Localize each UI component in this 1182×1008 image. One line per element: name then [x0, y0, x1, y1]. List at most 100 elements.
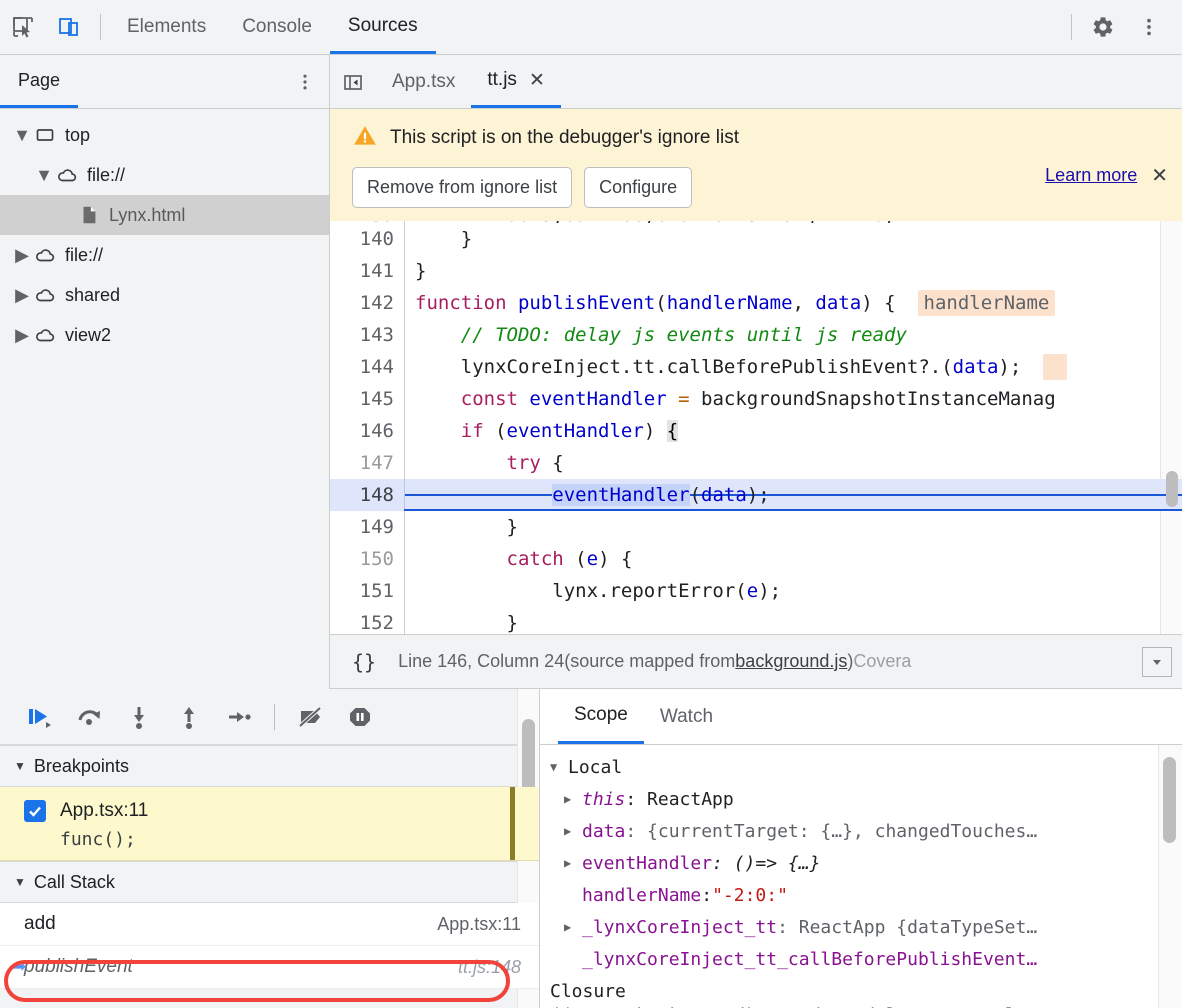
- tab-console[interactable]: Console: [224, 0, 330, 54]
- code-token: try: [506, 452, 541, 474]
- gear-icon[interactable]: [1080, 4, 1126, 50]
- code-token: e: [586, 548, 599, 570]
- close-icon[interactable]: ✕: [529, 71, 545, 90]
- line-number: 151: [359, 580, 394, 602]
- ignore-list-banner: This script is on the debugger's ignore …: [330, 109, 1182, 221]
- breakpoint-checkbox[interactable]: [24, 800, 46, 822]
- code-line: 151 lynx.reportError(e);: [330, 575, 1182, 607]
- expand-caret-icon[interactable]: ▶: [564, 856, 582, 870]
- tree-item-label: Lynx.html: [109, 204, 186, 225]
- expand-caret-icon[interactable]: ▼: [12, 125, 32, 146]
- scope-row-data[interactable]: ▶ data : {currentTarget: {…}, changedTou…: [540, 815, 1182, 847]
- expand-caret-icon[interactable]: ▼: [34, 165, 54, 186]
- scope-row-handler-name[interactable]: ▶ handlerName : "-2:0:": [540, 879, 1182, 911]
- tree-item-shared[interactable]: ▶ shared: [0, 275, 329, 315]
- code-token: }: [415, 260, 427, 282]
- deactivate-breakpoints-button[interactable]: [285, 694, 335, 740]
- step-over-button[interactable]: [64, 694, 114, 740]
- coverage-label: Covera: [853, 651, 912, 671]
- code-token: );: [998, 356, 1022, 378]
- tab-page[interactable]: Page: [0, 55, 79, 108]
- toolbar-right-group: [1063, 4, 1182, 50]
- tab-scope[interactable]: Scope: [558, 689, 644, 744]
- scope-row-call-before-publish-event[interactable]: ▶ _lynxCoreInject_tt_callBeforePublishEv…: [540, 943, 1182, 975]
- devtools-main-toolbar: Elements Console Sources: [0, 0, 1182, 55]
- close-icon[interactable]: ✕: [1151, 166, 1168, 186]
- remove-from-ignore-list-button[interactable]: Remove from ignore list: [352, 167, 573, 208]
- breakpoint-item[interactable]: App.tsx:11 func();: [0, 787, 539, 861]
- scope-row-local[interactable]: ▼ Local: [540, 751, 1182, 783]
- source-map-link[interactable]: background.js: [735, 651, 847, 672]
- expand-caret-icon[interactable]: ▶: [12, 325, 32, 346]
- navigator-pane: Page ▼ top ▼ file:// Lynx.html ▶ file://…: [0, 55, 330, 689]
- file-tab-tt-js[interactable]: tt.js ✕: [471, 55, 561, 108]
- code-token: data: [815, 292, 862, 314]
- line-number: 143: [359, 324, 394, 346]
- learn-more-link[interactable]: Learn more: [1045, 165, 1137, 186]
- pause-on-exceptions-button[interactable]: [335, 694, 385, 740]
- code-line: 147 try {: [330, 447, 1182, 479]
- more-vertical-icon[interactable]: [1126, 4, 1172, 50]
- code-line-executing: 148 eventHandler(data);: [330, 479, 1182, 511]
- call-stack-title: Call Stack: [33, 871, 115, 892]
- code-token: );: [758, 580, 782, 602]
- scope-pane: Scope Watch ▼ Local ▶ this : ReactApp ▶ …: [540, 689, 1182, 1008]
- scope-value: : ReactApp {dataTypeSet…: [777, 916, 1038, 938]
- tree-item-label: top: [65, 124, 91, 145]
- tree-item-file-child[interactable]: ▼ file://: [0, 155, 329, 195]
- frame-name: publishEvent: [24, 956, 133, 977]
- expand-caret-icon[interactable]: ▶: [12, 285, 32, 306]
- tree-item-top[interactable]: ▼ top: [0, 115, 329, 155]
- scope-row-closure[interactable]: Closure: [540, 975, 1182, 1007]
- selected-token: eventHandler: [552, 484, 690, 506]
- code-token: catch: [506, 548, 564, 570]
- step-button[interactable]: [214, 694, 264, 740]
- step-out-button[interactable]: [164, 694, 214, 740]
- code-token: (: [563, 548, 587, 570]
- code-token: (: [655, 292, 667, 314]
- breakpoints-section-header[interactable]: ▼ Breakpoints: [0, 745, 539, 787]
- collapse-sidebar-icon[interactable]: [330, 59, 376, 105]
- tab-elements[interactable]: Elements: [109, 0, 224, 54]
- toolbar-divider-right: [1071, 14, 1072, 40]
- tab-sources[interactable]: Sources: [329, 0, 436, 54]
- frame-icon: [32, 125, 58, 145]
- device-toolbar-icon[interactable]: [46, 4, 92, 50]
- call-stack-frame-current[interactable]: ➡ publishEvent tt.js:148: [0, 946, 539, 989]
- chevron-down-boxed-icon[interactable]: [1142, 647, 1172, 677]
- call-stack-frame[interactable]: add App.tsx:11: [0, 903, 539, 946]
- collapse-caret-icon[interactable]: ▼: [14, 759, 26, 773]
- code-comment: // TODO: delay js events until js ready: [460, 324, 907, 346]
- code-editor[interactable]: 139 delayedLifecycleEvents.length = 0; 1…: [330, 221, 1182, 689]
- expand-caret-icon[interactable]: ▶: [564, 920, 582, 934]
- expand-caret-icon[interactable]: ▶: [12, 245, 32, 266]
- tree-item-file-root[interactable]: ▶ file://: [0, 235, 329, 275]
- pretty-print-icon[interactable]: {}: [352, 650, 376, 674]
- cloud-icon: [54, 164, 80, 186]
- collapse-caret-icon[interactable]: ▼: [14, 875, 26, 889]
- inline-value-hint: [1043, 354, 1067, 380]
- tree-item-label: view2: [65, 324, 112, 345]
- step-into-button[interactable]: [114, 694, 164, 740]
- navigator-more-icon[interactable]: [295, 72, 315, 92]
- code-line: 140 }: [330, 223, 1182, 255]
- expand-caret-icon[interactable]: ▶: [564, 824, 582, 838]
- tab-watch[interactable]: Watch: [644, 689, 729, 744]
- call-stack-section-header[interactable]: ▼ Call Stack: [0, 861, 539, 903]
- inspect-element-icon[interactable]: [0, 4, 46, 50]
- warning-triangle-icon: [352, 123, 378, 154]
- scope-row-lynx-core-inject-tt[interactable]: ▶ _lynxCoreInject_tt : ReactApp {dataTyp…: [540, 911, 1182, 943]
- resume-script-button[interactable]: [14, 694, 64, 740]
- scope-row-event-handler[interactable]: ▶ eventHandler : ()=> {…}: [540, 847, 1182, 879]
- expand-caret-icon[interactable]: ▶: [564, 792, 582, 806]
- tree-item-lynx-html[interactable]: ▶ Lynx.html: [0, 195, 329, 235]
- file-tab-app-tsx[interactable]: App.tsx: [376, 55, 471, 108]
- configure-button[interactable]: Configure: [584, 167, 693, 208]
- current-frame-arrow-icon: ➡: [12, 957, 27, 976]
- scope-row-this[interactable]: ▶ this : ReactApp: [540, 783, 1182, 815]
- expand-caret-icon[interactable]: ▼: [550, 760, 568, 774]
- code-vertical-scrollbar-thumb[interactable]: [1166, 471, 1178, 507]
- frame-name: add: [24, 913, 56, 934]
- tree-item-view2[interactable]: ▶ view2: [0, 315, 329, 355]
